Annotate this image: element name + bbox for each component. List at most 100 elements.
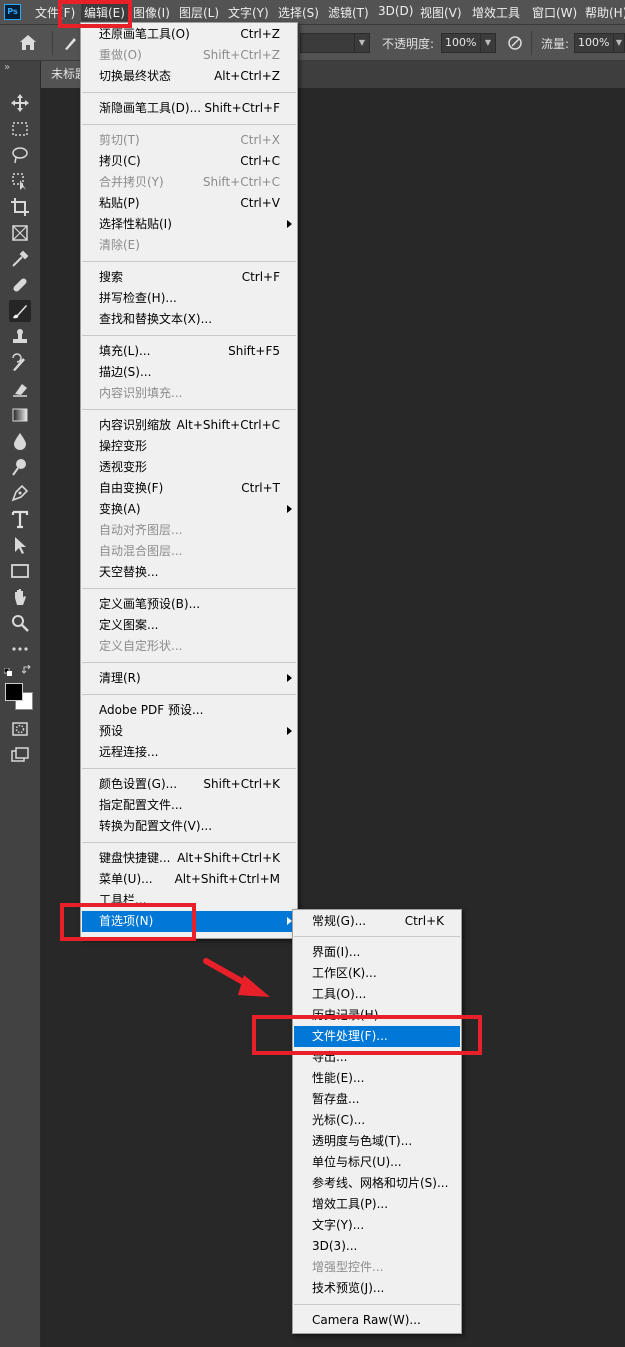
menu-item-menus[interactable]: 菜单(U)... Alt+Shift+Ctrl+M — [82, 869, 296, 890]
menu-item-find-replace[interactable]: 查找和替换文本(X)... — [82, 309, 296, 330]
menu-item-puppet-warp[interactable]: 操控变形 — [82, 436, 296, 457]
pref-item-transparency-gamut[interactable]: 透明度与色域(T)... — [294, 1131, 460, 1152]
move-tool-icon[interactable] — [9, 92, 31, 114]
menu-item-perspective-warp[interactable]: 透视变形 — [82, 457, 296, 478]
lasso-tool-icon[interactable] — [9, 144, 31, 166]
frame-tool-icon[interactable] — [9, 222, 31, 244]
more-tools-icon[interactable] — [9, 638, 31, 660]
eyedropper-tool-icon[interactable] — [9, 248, 31, 270]
pressure-opacity-icon[interactable] — [506, 34, 524, 52]
menu-item-content-aware-scale[interactable]: 内容识别缩放 Alt+Shift+Ctrl+C — [82, 415, 296, 436]
menu-item-presets[interactable]: 预设 — [82, 721, 296, 742]
menu-3d[interactable]: 3D(D) — [378, 4, 413, 18]
mode-dropdown[interactable] — [300, 33, 357, 53]
menu-item-define-pattern[interactable]: 定义图案... — [82, 615, 296, 636]
menu-item-free-transform[interactable]: 自由变换(F) Ctrl+T — [82, 478, 296, 499]
menu-separator — [82, 694, 296, 695]
menu-item-cut: 剪切(T) Ctrl+X — [99, 133, 280, 147]
menu-plugins[interactable]: 增效工具 — [472, 4, 520, 21]
marquee-tool-icon[interactable] — [9, 118, 31, 140]
pref-item-general[interactable]: 常规(G)... Ctrl+K — [294, 911, 460, 932]
type-tool-icon[interactable] — [9, 508, 31, 530]
dodge-tool-icon[interactable] — [9, 456, 31, 478]
gradient-tool-icon[interactable] — [9, 404, 31, 426]
submenu-arrow-icon — [287, 674, 292, 682]
menu-view[interactable]: 视图(V) — [420, 4, 462, 21]
home-icon[interactable] — [18, 33, 38, 53]
menu-item-remote-connections[interactable]: 远程连接... — [82, 742, 296, 763]
crop-tool-icon[interactable] — [9, 196, 31, 218]
menu-item-search[interactable]: 搜索 Ctrl+F — [82, 267, 296, 288]
hand-tool-icon[interactable] — [9, 586, 31, 608]
menu-type[interactable]: 文字(Y) — [228, 4, 269, 21]
menu-item-define-brush[interactable]: 定义画笔预设(B)... — [82, 594, 296, 615]
pref-item-3d[interactable]: 3D(3)... — [294, 1236, 460, 1257]
flow-label: 流量: — [541, 37, 570, 51]
preferences-submenu: 常规(G)... Ctrl+K 界面(I)... 工作区(K)... 工具(O).… — [292, 909, 462, 1334]
menu-item-sky-replacement[interactable]: 天空替换... — [82, 562, 296, 583]
menu-item-fade[interactable]: 渐隐画笔工具(D)... Shift+Ctrl+F — [82, 98, 296, 119]
menu-item-fill[interactable]: 填充(L)... Shift+F5 — [82, 341, 296, 362]
menu-item-keyboard-shortcuts[interactable]: 键盘快捷键... Alt+Shift+Ctrl+K — [82, 848, 296, 869]
submenu-arrow-icon — [287, 220, 292, 228]
menu-item-paste[interactable]: 粘贴(P) Ctrl+V — [82, 193, 296, 214]
brush-tool-icon[interactable] — [9, 300, 31, 322]
quick-mask-icon[interactable] — [9, 718, 31, 740]
collapse-panel-icon[interactable]: » — [4, 62, 10, 73]
pref-item-technology-previews[interactable]: 技术预览(J)... — [294, 1278, 460, 1299]
pref-item-scratch-disks[interactable]: 暂存盘... — [294, 1089, 460, 1110]
zoom-tool-icon[interactable] — [9, 612, 31, 634]
pref-item-plugins[interactable]: 增效工具(P)... — [294, 1194, 460, 1215]
pen-tool-icon[interactable] — [9, 482, 31, 504]
menu-item-stroke[interactable]: 描边(S)... — [82, 362, 296, 383]
pref-item-camera-raw[interactable]: Camera Raw(W)... — [294, 1310, 460, 1331]
opacity-dropdown-arrow[interactable]: ▼ — [480, 33, 496, 53]
pref-item-units-rulers[interactable]: 单位与标尺(U)... — [294, 1152, 460, 1173]
options-separator — [531, 31, 532, 55]
pref-item-cursors[interactable]: 光标(C)... — [294, 1110, 460, 1131]
blur-tool-icon[interactable] — [9, 430, 31, 452]
menu-item-purge[interactable]: 清理(R) — [82, 668, 296, 689]
pref-item-tools[interactable]: 工具(O)... — [294, 984, 460, 1005]
menu-item-pdf-presets[interactable]: Adobe PDF 预设... — [82, 700, 296, 721]
menu-item-toggle-last-state[interactable]: 切换最终状态 Alt+Ctrl+Z — [82, 66, 296, 87]
flow-input[interactable]: 100% — [574, 33, 614, 53]
menu-image[interactable]: 图像(I) — [133, 4, 170, 21]
foreground-color-swatch[interactable] — [5, 683, 23, 701]
opacity-input[interactable]: 100% — [441, 33, 481, 53]
menu-item-color-settings[interactable]: 颜色设置(G)... Shift+Ctrl+K — [82, 774, 296, 795]
object-selection-tool-icon[interactable] — [9, 170, 31, 192]
annotation-box-file-handling — [252, 1015, 482, 1055]
swap-colors-icon[interactable] — [21, 664, 32, 675]
screen-mode-icon[interactable] — [9, 744, 31, 766]
pref-item-type[interactable]: 文字(Y)... — [294, 1215, 460, 1236]
brush-preset-icon[interactable] — [62, 34, 80, 52]
menu-item-convert-profile[interactable]: 转换为配置文件(V)... — [82, 816, 296, 837]
menu-item-copy[interactable]: 拷贝(C) Ctrl+C — [82, 151, 296, 172]
pref-item-guides-grid-slices[interactable]: 参考线、网格和切片(S)... — [294, 1173, 460, 1194]
menu-item-check-spelling[interactable]: 拼写检查(H)... — [82, 288, 296, 309]
menu-item-redo: 重做(O) Shift+Ctrl+Z — [99, 48, 280, 62]
pref-item-workspace[interactable]: 工作区(K)... — [294, 963, 460, 984]
menu-select[interactable]: 选择(S) — [278, 4, 319, 21]
healing-brush-tool-icon[interactable] — [9, 274, 31, 296]
menu-separator — [82, 124, 296, 125]
flow-dropdown-arrow[interactable]: ▼ — [613, 33, 625, 53]
menu-help[interactable]: 帮助(H) — [585, 4, 625, 21]
history-brush-tool-icon[interactable] — [9, 352, 31, 374]
pref-item-interface[interactable]: 界面(I)... — [294, 942, 460, 963]
menu-item-assign-profile[interactable]: 指定配置文件... — [82, 795, 296, 816]
menu-item-transform[interactable]: 变换(A) — [82, 499, 296, 520]
pref-item-performance[interactable]: 性能(E)... — [294, 1068, 460, 1089]
menu-window[interactable]: 窗口(W) — [532, 4, 577, 21]
eraser-tool-icon[interactable] — [9, 378, 31, 400]
default-colors-icon[interactable] — [3, 665, 12, 676]
path-selection-tool-icon[interactable] — [9, 534, 31, 556]
rectangle-tool-icon[interactable] — [9, 560, 31, 582]
menu-filter[interactable]: 滤镜(T) — [328, 4, 369, 21]
mode-dropdown-arrow[interactable]: ▼ — [354, 33, 370, 53]
menu-item-paste-special[interactable]: 选择性粘贴(I) — [82, 214, 296, 235]
clone-stamp-tool-icon[interactable] — [9, 326, 31, 348]
menu-layer[interactable]: 图层(L) — [179, 4, 219, 21]
menu-item-auto-align-layers: 自动对齐图层... — [99, 523, 183, 537]
